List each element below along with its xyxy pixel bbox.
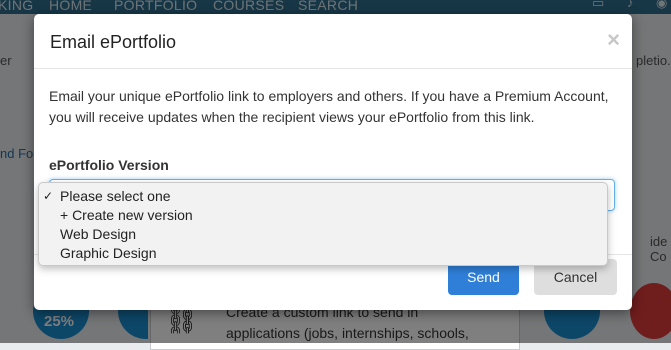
option-label: Web Design xyxy=(60,226,137,242)
option-please-select[interactable]: ✓ Please select one xyxy=(39,187,607,206)
close-icon[interactable]: × xyxy=(607,29,620,51)
modal-description: Email your unique ePortfolio link to emp… xyxy=(49,88,609,125)
modal-title: Email ePortfolio xyxy=(50,32,177,52)
option-label: Please select one xyxy=(60,188,171,204)
option-web-design[interactable]: Web Design xyxy=(39,225,607,244)
option-graphic-design[interactable]: Graphic Design xyxy=(39,244,607,263)
checkmark-icon: ✓ xyxy=(43,189,54,203)
option-label: + Create new version xyxy=(60,207,193,223)
eportfolio-version-label: ePortfolio Version xyxy=(49,157,169,173)
version-dropdown-list: ✓ Please select one + Create new version… xyxy=(38,182,608,266)
option-label: Graphic Design xyxy=(60,245,157,261)
option-create-new-version[interactable]: + Create new version xyxy=(39,206,607,225)
header-divider xyxy=(34,68,632,69)
